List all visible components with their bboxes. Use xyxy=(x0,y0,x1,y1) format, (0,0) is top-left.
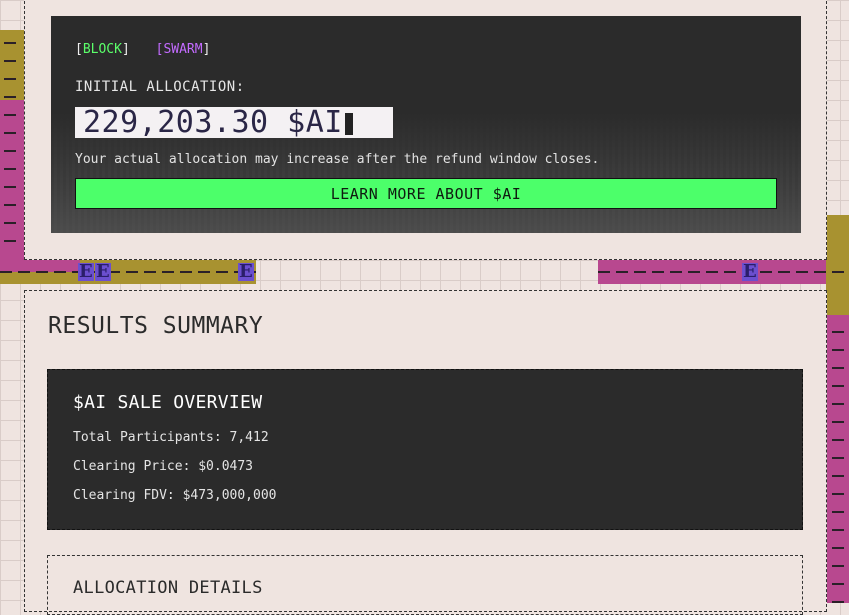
tag-block: BLOCK xyxy=(82,42,122,57)
decor-glyph-4: E xyxy=(742,261,758,282)
tag-row: [BLOCK] [SWARM] xyxy=(75,42,211,57)
decor-dashes-mid xyxy=(0,271,256,273)
learn-more-button[interactable]: LEARN MORE ABOUT $AI xyxy=(75,178,777,209)
decor-glyph-2: E xyxy=(95,261,111,282)
clearing-price: Clearing Price: $0.0473 xyxy=(73,459,254,474)
allocation-amount: 229,203.30 $AI xyxy=(75,107,393,138)
results-summary-title: RESULTS SUMMARY xyxy=(48,313,264,339)
decor-glyph-1: E xyxy=(78,261,94,282)
decor-stripe-mid-pink xyxy=(0,258,80,272)
text-cursor xyxy=(344,113,353,135)
allocation-amount-value: 229,203.30 $AI xyxy=(83,105,343,140)
clearing-fdv: Clearing FDV: $473,000,000 xyxy=(73,488,277,503)
decor-glyph-3: E xyxy=(238,261,254,282)
allocation-details-card: ALLOCATION DETAILS xyxy=(47,555,803,615)
allocation-panel: [BLOCK] [SWARM] INITIAL ALLOCATION: 229,… xyxy=(51,16,801,233)
total-participants: Total Participants: 7,412 xyxy=(73,430,269,445)
sale-overview-title: $AI SALE OVERVIEW xyxy=(73,392,263,413)
decor-dashes-right xyxy=(598,271,849,273)
allocation-note: Your actual allocation may increase afte… xyxy=(75,152,600,167)
decor-dashes-right-lower xyxy=(832,320,844,603)
allocation-details-title: ALLOCATION DETAILS xyxy=(73,578,263,598)
tag-swarm: SWARM xyxy=(163,42,203,57)
allocation-label: INITIAL ALLOCATION: xyxy=(75,79,245,95)
sale-overview-card: $AI SALE OVERVIEW Total Participants: 7,… xyxy=(47,369,803,530)
decor-stripe-right-gold xyxy=(826,215,849,315)
decor-dashes-left xyxy=(4,40,16,260)
